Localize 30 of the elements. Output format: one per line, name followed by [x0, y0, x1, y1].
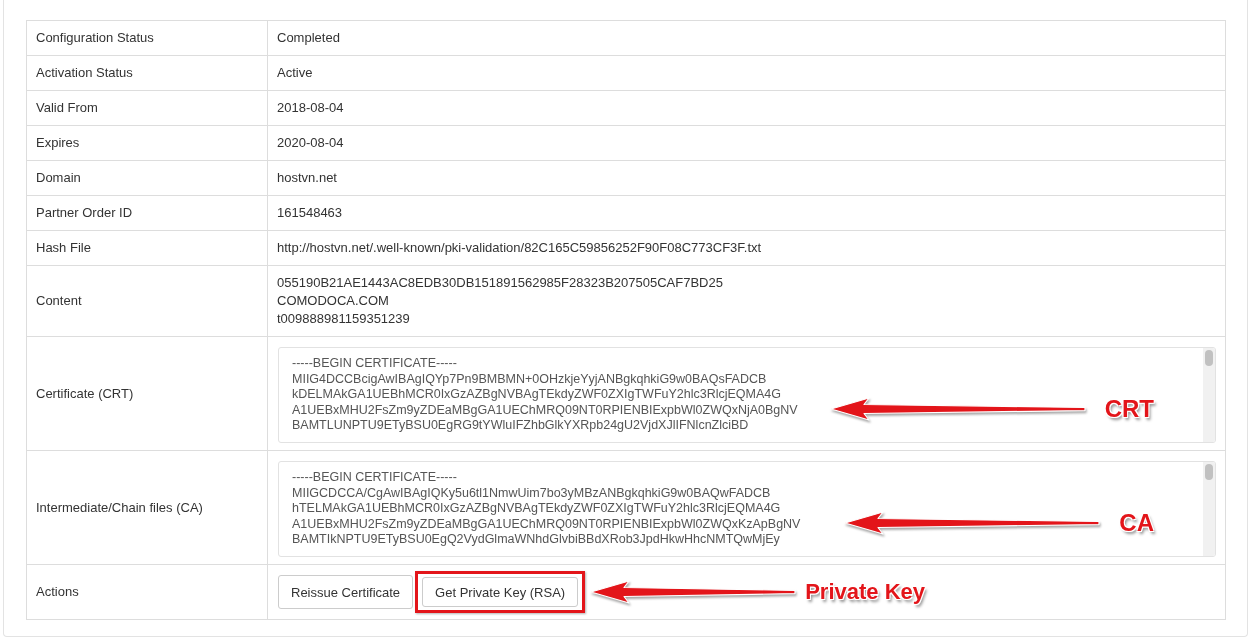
annotation-label: CRT — [1104, 395, 1154, 423]
scrollbar-thumb[interactable] — [1205, 350, 1213, 366]
content-line: COMODOCA.COM — [277, 292, 390, 310]
row-label: Expires — [26, 125, 268, 161]
row-label: Content — [26, 265, 268, 337]
row-label: Hash File — [26, 230, 268, 266]
row-value: hostvn.net — [267, 160, 1226, 196]
row-label: Partner Order ID — [26, 195, 268, 231]
row-label: Actions — [26, 564, 268, 620]
scrollbar-thumb[interactable] — [1205, 464, 1213, 480]
row-value: 161548463 — [267, 195, 1226, 231]
annotation-label: Private Key — [805, 578, 925, 606]
content-line: 055190B21AE1443AC8EDB30DB151891562985F28323B207505CAF7BD25 — [277, 274, 724, 292]
row-label: Intermediate/Chain files (CA) — [26, 450, 268, 565]
scrollbar-track[interactable] — [1203, 348, 1215, 442]
row-label: Certificate (CRT) — [26, 336, 268, 451]
annotation-label: CA — [1119, 509, 1154, 537]
row-label: Domain — [26, 160, 268, 196]
content-line: t009888981159351239 — [277, 310, 411, 328]
row-value: http://hostvn.net/.well-known/pki-validation/82C165C59856252F90F08C773CF3F.txt — [267, 230, 1226, 266]
row-value: 2020-08-04 — [267, 125, 1226, 161]
action-button[interactable]: Reissue Certificate — [278, 575, 414, 609]
row-value: Active — [267, 55, 1226, 91]
scrollbar-track[interactable] — [1203, 462, 1215, 556]
row-label: Activation Status — [26, 55, 268, 91]
row-label: Configuration Status — [26, 20, 268, 56]
row-value: 2018-08-04 — [267, 90, 1226, 126]
action-button[interactable]: Get Private Key (RSA) — [422, 577, 579, 607]
row-value: Completed — [267, 20, 1226, 56]
row-label: Valid From — [26, 90, 268, 126]
